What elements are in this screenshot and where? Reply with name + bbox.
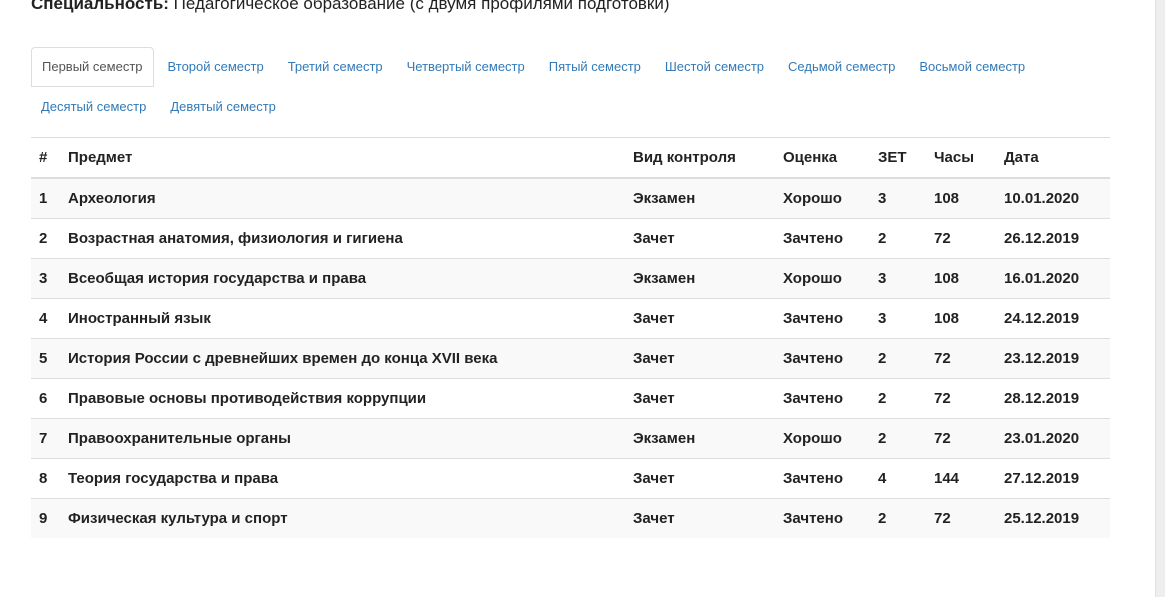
cell-number: 1: [31, 178, 60, 219]
col-header-control-type: Вид контроля: [625, 137, 775, 179]
cell-date: 16.01.2020: [996, 258, 1110, 299]
table-row: 3 Всеобщая история государства и права Э…: [31, 258, 1110, 299]
cell-date: 26.12.2019: [996, 218, 1110, 259]
cell-control-type: Зачет: [625, 218, 775, 259]
tab-semester-4[interactable]: Четвертый семестр: [397, 47, 535, 87]
cell-date: 24.12.2019: [996, 298, 1110, 339]
tab-semester-10[interactable]: Десятый семестр: [31, 87, 156, 127]
cell-control-type: Зачет: [625, 458, 775, 499]
table-row: 7 Правоохранительные органы Экзамен Хоро…: [31, 418, 1110, 459]
cell-grade: Зачтено: [775, 378, 870, 419]
cell-subject: Физическая культура и спорт: [60, 498, 625, 538]
cell-credits: 2: [870, 338, 926, 379]
cell-number: 7: [31, 418, 60, 459]
tab-row-2: Десятый семестр Девятый семестр: [31, 87, 290, 127]
cell-grade: Зачтено: [775, 298, 870, 339]
cell-grade: Зачтено: [775, 458, 870, 499]
cell-subject: История России с древнейших времен до ко…: [60, 338, 625, 379]
col-header-subject: Предмет: [60, 137, 625, 179]
cell-number: 6: [31, 378, 60, 419]
cell-number: 3: [31, 258, 60, 299]
cell-number: 9: [31, 498, 60, 538]
cell-date: 23.12.2019: [996, 338, 1110, 379]
cell-hours: 72: [926, 498, 996, 538]
cell-hours: 108: [926, 298, 996, 339]
tab-semester-1[interactable]: Первый семестр: [31, 47, 154, 87]
col-header-number: #: [31, 137, 60, 179]
table-row: 5 История России с древнейших времен до …: [31, 338, 1110, 379]
cell-subject: Иностранный язык: [60, 298, 625, 339]
table-row: 6 Правовые основы противодействия корруп…: [31, 378, 1110, 419]
table-row: 8 Теория государства и права Зачет Зачте…: [31, 458, 1110, 499]
vertical-scrollbar[interactable]: [1155, 0, 1165, 597]
cell-number: 8: [31, 458, 60, 499]
cell-hours: 108: [926, 178, 996, 219]
cell-grade: Зачтено: [775, 338, 870, 379]
table-row: 1 Археология Экзамен Хорошо 3 108 10.01.…: [31, 178, 1110, 219]
tab-semester-6[interactable]: Шестой семестр: [655, 47, 774, 87]
semester-tabs: Первый семестр Второй семестр Третий сем…: [31, 47, 1110, 138]
table-row: 4 Иностранный язык Зачет Зачтено 3 108 2…: [31, 298, 1110, 339]
cell-number: 5: [31, 338, 60, 379]
tab-semester-8[interactable]: Восьмой семестр: [909, 47, 1035, 87]
grades-table: # Предмет Вид контроля Оценка ЗЕТ Часы Д…: [31, 137, 1110, 538]
specialty-line: Специальность: Педагогическое образовани…: [31, 0, 670, 14]
cell-number: 4: [31, 298, 60, 339]
cell-hours: 108: [926, 258, 996, 299]
col-header-hours: Часы: [926, 137, 996, 179]
cell-date: 27.12.2019: [996, 458, 1110, 499]
cell-grade: Хорошо: [775, 418, 870, 459]
cell-date: 25.12.2019: [996, 498, 1110, 538]
col-header-grade: Оценка: [775, 137, 870, 179]
tab-semester-7[interactable]: Седьмой семестр: [778, 47, 905, 87]
cell-hours: 72: [926, 218, 996, 259]
cell-subject: Правовые основы противодействия коррупци…: [60, 378, 625, 419]
cell-credits: 2: [870, 378, 926, 419]
cell-credits: 2: [870, 498, 926, 538]
cell-number: 2: [31, 218, 60, 259]
col-header-credits: ЗЕТ: [870, 137, 926, 179]
tab-semester-9[interactable]: Девятый семестр: [160, 87, 286, 127]
specialty-value: Педагогическое образование (с двумя проф…: [173, 0, 670, 13]
specialty-label: Специальность:: [31, 0, 169, 13]
cell-date: 23.01.2020: [996, 418, 1110, 459]
table-row: 9 Физическая культура и спорт Зачет Зачт…: [31, 498, 1110, 538]
col-header-date: Дата: [996, 137, 1110, 179]
cell-control-type: Зачет: [625, 298, 775, 339]
cell-control-type: Экзамен: [625, 178, 775, 219]
cell-credits: 4: [870, 458, 926, 499]
cell-subject: Возрастная анатомия, физиология и гигиен…: [60, 218, 625, 259]
cell-control-type: Экзамен: [625, 418, 775, 459]
cell-credits: 3: [870, 258, 926, 299]
cell-credits: 2: [870, 418, 926, 459]
cell-credits: 3: [870, 178, 926, 219]
tab-semester-5[interactable]: Пятый семестр: [539, 47, 651, 87]
cell-subject: Теория государства и права: [60, 458, 625, 499]
cell-hours: 72: [926, 418, 996, 459]
cell-hours: 72: [926, 338, 996, 379]
tab-row-1: Первый семестр Второй семестр Третий сем…: [31, 47, 1039, 87]
cell-hours: 72: [926, 378, 996, 419]
cell-grade: Зачтено: [775, 498, 870, 538]
cell-grade: Хорошо: [775, 178, 870, 219]
cell-date: 10.01.2020: [996, 178, 1110, 219]
cell-grade: Хорошо: [775, 258, 870, 299]
tab-semester-3[interactable]: Третий семестр: [278, 47, 393, 87]
cell-subject: Всеобщая история государства и права: [60, 258, 625, 299]
cell-grade: Зачтено: [775, 218, 870, 259]
cell-hours: 144: [926, 458, 996, 499]
cell-subject: Правоохранительные органы: [60, 418, 625, 459]
cell-control-type: Зачет: [625, 338, 775, 379]
cell-control-type: Зачет: [625, 378, 775, 419]
table-header-row: # Предмет Вид контроля Оценка ЗЕТ Часы Д…: [31, 137, 1110, 179]
cell-credits: 2: [870, 218, 926, 259]
table-row: 2 Возрастная анатомия, физиология и гиги…: [31, 218, 1110, 259]
cell-control-type: Экзамен: [625, 258, 775, 299]
cell-control-type: Зачет: [625, 498, 775, 538]
tab-semester-2[interactable]: Второй семестр: [158, 47, 274, 87]
cell-credits: 3: [870, 298, 926, 339]
cell-date: 28.12.2019: [996, 378, 1110, 419]
cell-subject: Археология: [60, 178, 625, 219]
